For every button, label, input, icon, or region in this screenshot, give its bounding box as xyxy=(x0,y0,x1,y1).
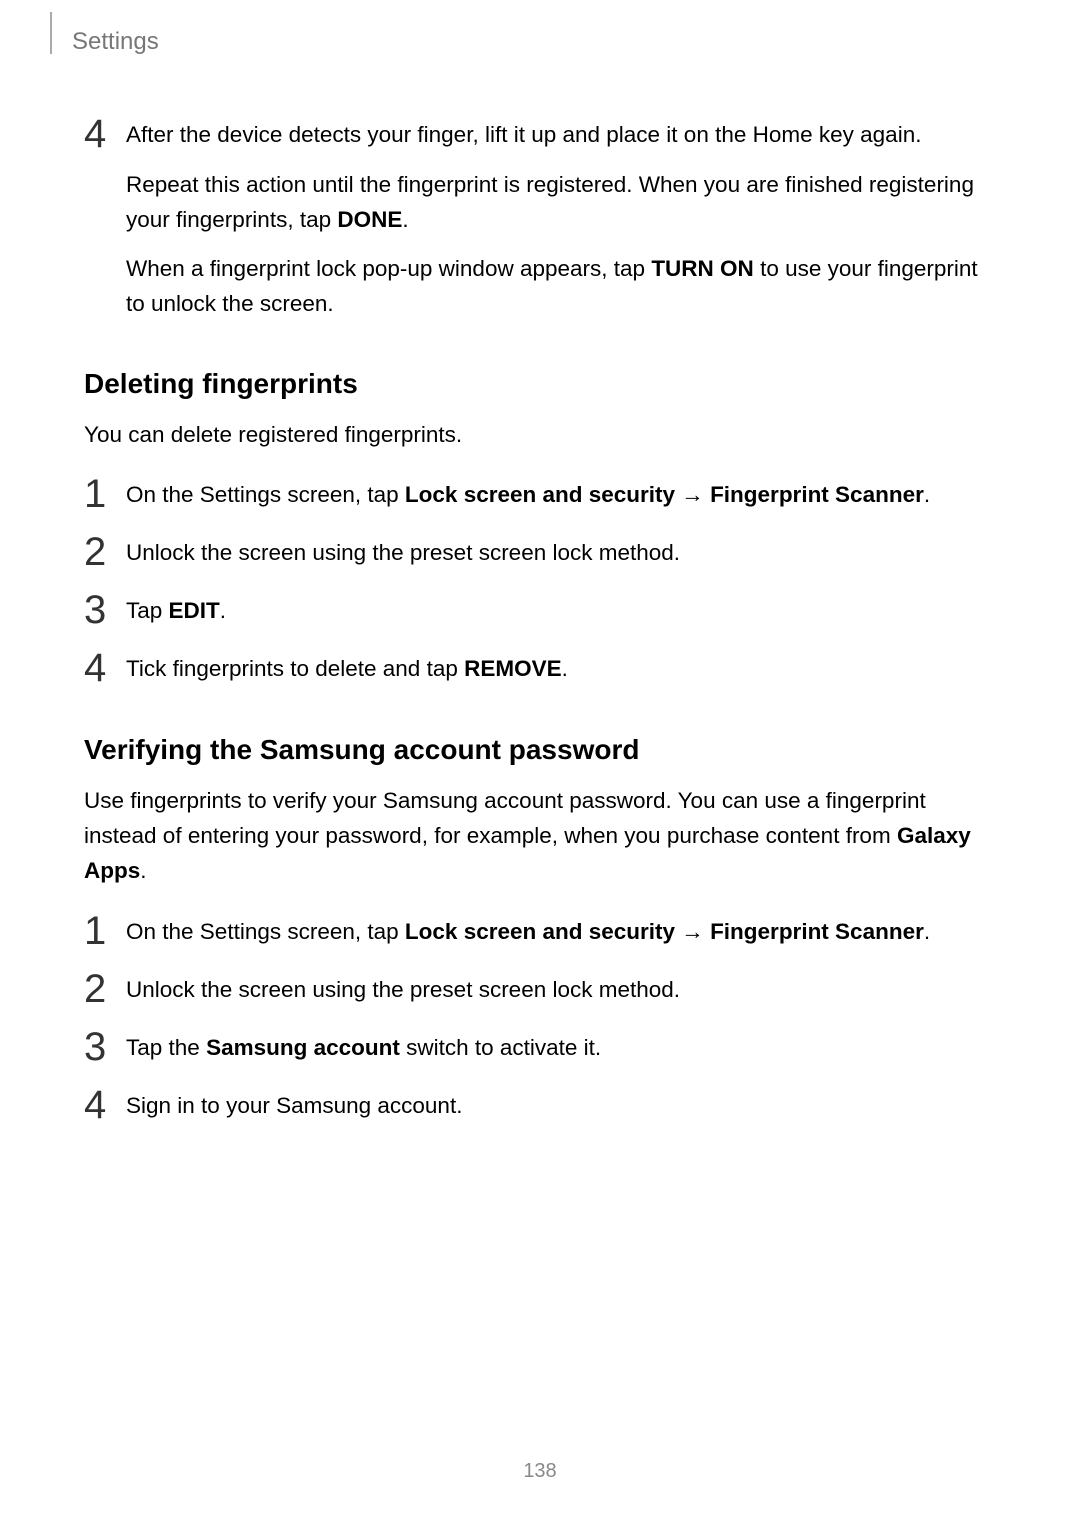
header-title: Settings xyxy=(72,28,159,56)
text-run: . xyxy=(924,919,930,944)
bold-text: DONE xyxy=(337,207,402,232)
step-text: Tap EDIT. xyxy=(126,592,226,629)
step-text: On the Settings screen, tap Lock screen … xyxy=(126,476,930,513)
step-item: 3 Tap the Samsung account switch to acti… xyxy=(84,1029,996,1067)
text-run: On the Settings screen, tap xyxy=(126,482,405,507)
header-divider xyxy=(50,12,52,54)
text-run: Tap the xyxy=(126,1035,206,1060)
step-text: Tick fingerprints to delete and tap REMO… xyxy=(126,650,568,687)
step-number: 2 xyxy=(84,969,126,1009)
step-text: After the device detects your finger, li… xyxy=(126,116,921,153)
step-text: On the Settings screen, tap Lock screen … xyxy=(126,913,930,950)
text-run: Use fingerprints to verify your Samsung … xyxy=(84,788,926,848)
section-intro: You can delete registered fingerprints. xyxy=(84,418,996,453)
step-item: 4 Tick fingerprints to delete and tap RE… xyxy=(84,650,996,688)
bold-text: Lock screen and security xyxy=(405,482,675,507)
step-item: 3 Tap EDIT. xyxy=(84,592,996,630)
text-run: When a fingerprint lock pop-up window ap… xyxy=(126,256,651,281)
page-header: Settings xyxy=(0,0,1080,56)
page-content: 4 After the device detects your finger, … xyxy=(0,56,1080,1125)
step-text: Tap the Samsung account switch to activa… xyxy=(126,1029,601,1066)
arrow-icon: → xyxy=(675,482,710,507)
step-text: Sign in to your Samsung account. xyxy=(126,1087,462,1124)
bold-text: Fingerprint Scanner xyxy=(710,919,924,944)
step-item: 1 On the Settings screen, tap Lock scree… xyxy=(84,476,996,514)
section-heading-deleting: Deleting fingerprints xyxy=(84,368,996,400)
text-run: Tick fingerprints to delete and tap xyxy=(126,656,464,681)
step-item: 2 Unlock the screen using the preset scr… xyxy=(84,971,996,1009)
section-intro: Use fingerprints to verify your Samsung … xyxy=(84,784,996,889)
bold-text: TURN ON xyxy=(651,256,754,281)
step-subtext: When a fingerprint lock pop-up window ap… xyxy=(126,252,996,322)
bold-text: Lock screen and security xyxy=(405,919,675,944)
text-run: . xyxy=(924,482,930,507)
text-run: Repeat this action until the fingerprint… xyxy=(126,172,974,232)
step-number: 4 xyxy=(84,1085,126,1125)
continuation-step-4: 4 After the device detects your finger, … xyxy=(84,116,996,154)
text-run: . xyxy=(140,858,146,883)
arrow-icon: → xyxy=(675,919,710,944)
page-number: 138 xyxy=(0,1460,1080,1483)
bold-text: EDIT xyxy=(169,598,220,623)
step-item: 4 Sign in to your Samsung account. xyxy=(84,1087,996,1125)
bold-text: REMOVE xyxy=(464,656,562,681)
step-number: 4 xyxy=(84,648,126,688)
step-number: 3 xyxy=(84,590,126,630)
step-number: 3 xyxy=(84,1027,126,1067)
step-text: Unlock the screen using the preset scree… xyxy=(126,534,680,571)
step-number: 4 xyxy=(84,114,126,154)
text-run: On the Settings screen, tap xyxy=(126,919,405,944)
text-run: . xyxy=(402,207,408,232)
section-heading-verifying: Verifying the Samsung account password xyxy=(84,734,996,766)
text-run: Tap xyxy=(126,598,169,623)
bold-text: Samsung account xyxy=(206,1035,400,1060)
step-number: 2 xyxy=(84,532,126,572)
step-text: Unlock the screen using the preset scree… xyxy=(126,971,680,1008)
text-run: switch to activate it. xyxy=(400,1035,601,1060)
text-run: . xyxy=(562,656,568,681)
step-item: 1 On the Settings screen, tap Lock scree… xyxy=(84,913,996,951)
step-number: 1 xyxy=(84,911,126,951)
step-subtext: Repeat this action until the fingerprint… xyxy=(126,168,996,238)
bold-text: Fingerprint Scanner xyxy=(710,482,924,507)
step-number: 1 xyxy=(84,474,126,514)
step-item: 2 Unlock the screen using the preset scr… xyxy=(84,534,996,572)
text-run: . xyxy=(220,598,226,623)
